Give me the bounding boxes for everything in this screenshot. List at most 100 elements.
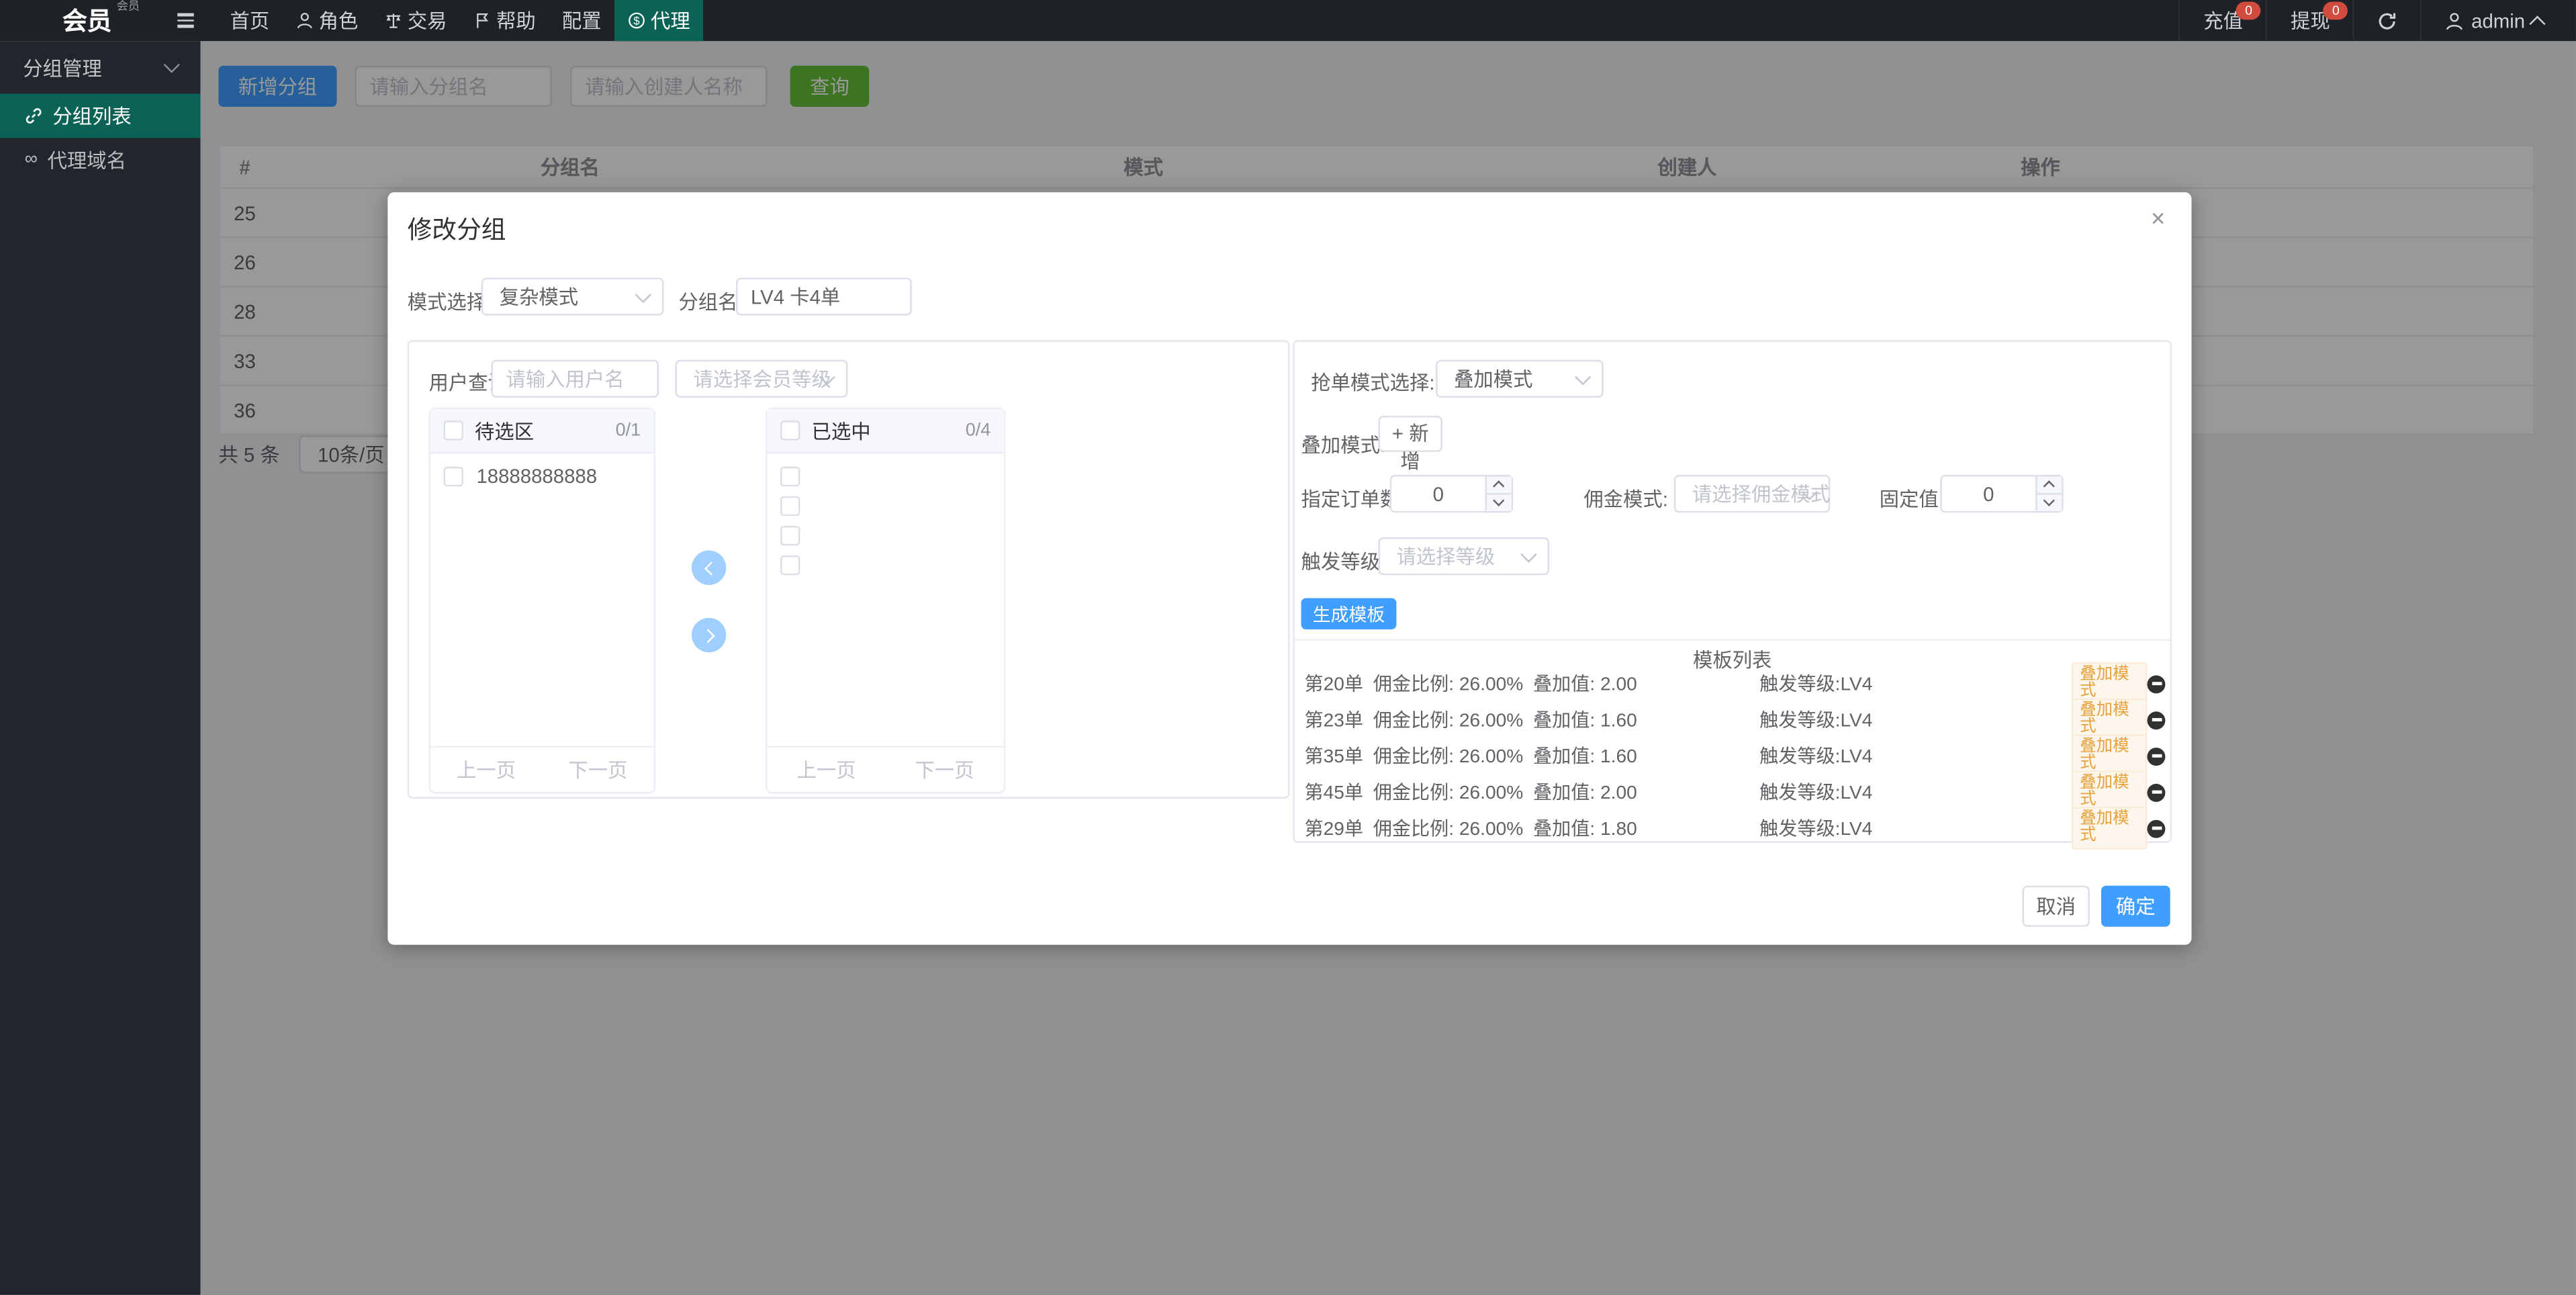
template-row: 第23单佣金比例: 26.00%叠加值: 1.60 触发等级:LV4 叠加模式 [1295,702,2170,738]
dollar-icon: $ [628,11,646,30]
decrease-button[interactable] [2037,493,2062,511]
member-level-select[interactable]: 请选择会员等级 [675,360,847,398]
transfer-item[interactable] [767,461,1003,491]
flag-icon [473,11,492,30]
trigger-level-select[interactable]: 请选择等级 [1379,537,1549,575]
grab-mode-select[interactable]: 叠加模式 [1436,360,1604,398]
remove-template-icon[interactable] [2147,674,2165,693]
increase-button[interactable] [1487,476,1512,492]
template-row: 第20单佣金比例: 26.00%叠加值: 2.00 触发等级:LV4 叠加模式 [1295,666,2170,702]
remove-template-icon[interactable] [2147,783,2165,801]
sidebar-item-agent-domain[interactable]: ∞ 代理域名 [0,138,200,182]
user-menu[interactable]: admin [2420,0,2566,41]
refresh-icon [2378,11,2397,30]
remove-template-icon[interactable] [2147,747,2165,765]
transfer-to-left-button[interactable] [692,551,726,585]
refresh-button[interactable] [2353,0,2420,41]
mode-select[interactable]: 复杂模式 [481,277,664,315]
sidebar-item-group-list[interactable]: 分组列表 [0,93,200,138]
prev-page-button[interactable]: 上一页 [457,756,516,784]
transfer-source-panel: 待选区 0/1 18888888888 上一页 下一页 [429,408,656,794]
prev-page-button[interactable]: 上一页 [796,756,856,784]
sidebar-group-management[interactable]: 分组管理 [0,41,200,93]
transfer-source-count: 0/1 [616,420,641,440]
nav-item-agent[interactable]: $ 代理 [614,0,703,41]
close-icon[interactable]: × [2151,206,2165,234]
remove-template-icon[interactable] [2147,711,2165,729]
recharge-badge: 0 [2236,1,2261,19]
chevron-down-icon [164,57,180,73]
group-name-label: 分组名 [678,287,737,316]
item-checkbox[interactable] [780,496,800,516]
sidebar: 分组管理 分组列表 ∞ 代理域名 [0,41,200,1295]
confirm-button[interactable]: 确定 [2101,886,2170,927]
remove-template-icon[interactable] [2147,819,2165,838]
order-count-stepper[interactable]: 0 [1390,475,1513,512]
decrease-button[interactable] [1487,493,1512,511]
menu-icon[interactable] [177,13,193,28]
fixed-value-label: 固定值: [1880,485,1944,513]
username-label: admin [2471,9,2525,32]
generate-template-button[interactable]: 生成模板 [1301,598,1397,629]
item-checkbox[interactable] [780,555,800,575]
edit-group-modal: 修改分组 × 模式选择 复杂模式 分组名 用户查询 请选择会员等级 待选区 0/… [387,192,2191,944]
group-name-input[interactable] [736,277,912,315]
top-navbar: 会员 会员 首页 角色 交易 帮助 配置 $ 代理 充值 0 [0,0,2576,41]
commission-mode-select[interactable]: 请选择佣金模式 [1674,475,1830,512]
app-root: 会员 会员 首页 角色 交易 帮助 配置 $ 代理 充值 0 [0,0,2576,1295]
template-list: 第20单佣金比例: 26.00%叠加值: 2.00 触发等级:LV4 叠加模式 … [1295,666,2170,846]
app-logo: 会员 会员 [62,3,111,38]
fixed-value-stepper[interactable]: 0 [1940,475,2063,512]
select-all-checkbox[interactable] [444,420,463,440]
logo-subtext: 会员 [117,0,140,15]
transfer-source-title: 待选区 [475,416,534,445]
mode-select-label: 模式选择 [408,287,486,316]
increase-button[interactable] [2037,476,2062,492]
modal-title: 修改分组 [408,212,506,247]
grab-mode-label: 抢单模式选择: [1311,368,1434,396]
template-row: 第45单佣金比例: 26.00%叠加值: 2.00 触发等级:LV4 叠加模式 [1295,774,2170,810]
template-row: 第29单佣金比例: 26.00%叠加值: 1.80 触发等级:LV4 叠加模式 [1295,810,2170,846]
navbar-right: 充值 0 提现 0 admin [2179,0,2567,41]
withdraw-badge: 0 [2324,1,2348,19]
transfer-to-right-button[interactable] [692,618,726,652]
chevron-right-icon [700,628,715,642]
transfer-item[interactable] [767,491,1003,521]
grab-order-panel: 抢单模式选择: 叠加模式 叠加模式: + 新增 指定订单数: 0 佣金模式: 请… [1293,340,2172,843]
chevron-down-icon [1520,545,1536,562]
transfer-target-count: 0/4 [966,420,991,440]
nav-item-home[interactable]: 首页 [217,0,283,41]
add-stack-button[interactable]: + 新增 [1379,416,1442,452]
transfer-target-title: 已选中 [812,416,871,445]
withdraw-button[interactable]: 提现 0 [2266,0,2353,41]
logo-text: 会员 [62,8,111,36]
item-checkbox[interactable] [780,526,800,545]
divider [1295,639,2170,641]
item-checkbox[interactable] [444,467,463,486]
nav-item-trade[interactable]: 交易 [371,0,460,41]
scales-icon [385,11,403,30]
chevron-down-icon [1575,368,1591,384]
chevron-left-icon [704,561,718,575]
template-row: 第35单佣金比例: 26.00%叠加值: 1.60 触发等级:LV4 叠加模式 [1295,738,2170,774]
username-input[interactable] [491,360,659,398]
transfer-item[interactable] [767,551,1003,580]
user-icon [2445,11,2465,30]
chevron-up-icon [2529,15,2545,31]
nav-item-config[interactable]: 配置 [549,0,614,41]
svg-text:$: $ [634,14,641,27]
nav-item-help[interactable]: 帮助 [460,0,549,41]
nav-item-role[interactable]: 角色 [283,0,371,41]
next-page-button[interactable]: 下一页 [915,756,974,784]
transfer-item[interactable]: 18888888888 [430,461,654,491]
link-icon [25,107,43,125]
user-transfer-panel: 用户查询 请选择会员等级 待选区 0/1 18888888888 [408,340,1290,799]
item-checkbox[interactable] [780,467,800,486]
stack-mode-tag[interactable]: 叠加模式 [2072,807,2148,850]
chevron-down-icon [635,286,651,302]
transfer-item[interactable] [767,521,1003,551]
select-all-checkbox[interactable] [780,420,800,440]
next-page-button[interactable]: 下一页 [568,756,627,784]
cancel-button[interactable]: 取消 [2023,886,2090,927]
recharge-button[interactable]: 充值 0 [2179,0,2266,41]
